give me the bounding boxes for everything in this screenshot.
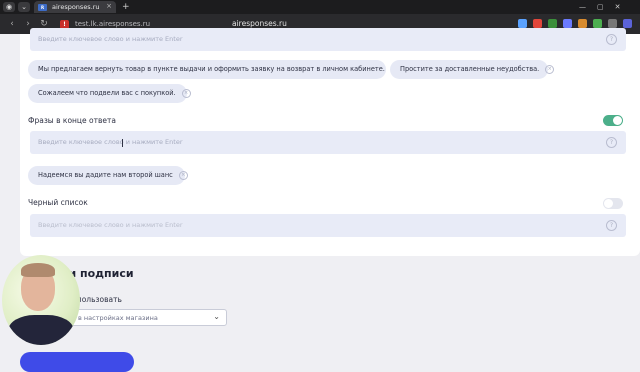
back-icon[interactable]: ‹: [8, 19, 16, 29]
blacklist-label: Черный список: [28, 198, 88, 207]
help-icon[interactable]: ?: [606, 34, 617, 45]
browser-tab[interactable]: R airesponses.ru ×: [34, 1, 116, 13]
new-tab-button[interactable]: +: [122, 1, 130, 13]
toggle-knob: [604, 199, 613, 208]
webcam-bubble: [2, 255, 80, 345]
webcam-overlay: [0, 255, 80, 360]
settings-card: Введите ключевое слово и нажмите Enter ?…: [20, 28, 640, 256]
tab-close-icon[interactable]: ×: [106, 2, 112, 10]
phrase-chip: Надеемся вы дадите нам второй шанс ×: [28, 166, 188, 185]
end-phrases-toggle[interactable]: [603, 115, 623, 126]
chip-remove-icon[interactable]: ×: [545, 64, 555, 74]
chevron-down-icon: ⌄: [213, 312, 220, 321]
maximize-icon[interactable]: ▢: [597, 3, 604, 11]
browser-tab-bar: ◉ ⌄ R airesponses.ru × + — ▢ ✕: [0, 0, 640, 14]
keyword-input-top[interactable]: Введите ключевое слово и нажмите Enter ?: [30, 28, 626, 51]
chip-label: Мы предлагаем вернуть товар в пункте выд…: [38, 65, 385, 73]
chip-label: Простите за доставленные неудобства.: [400, 65, 540, 73]
phrase-chip: Сожалеем что подвели вас с покупкой. ×: [28, 84, 191, 103]
camera-ext-icon[interactable]: [548, 19, 557, 28]
fox-ext-icon[interactable]: [578, 19, 587, 28]
tab-title: airesponses.ru: [52, 3, 100, 11]
toggle-knob: [613, 116, 622, 125]
input-placeholder: Введите ключевое слово и нажмите Enter: [38, 35, 183, 43]
url-field[interactable]: test.lk.airesponses.ru: [75, 20, 150, 28]
extensions-toolbar: [512, 19, 632, 28]
favicon-icon: R: [38, 3, 47, 11]
chip-remove-icon[interactable]: ×: [181, 88, 191, 98]
help-icon[interactable]: ?: [606, 137, 617, 148]
cat-ext-icon[interactable]: [608, 19, 617, 28]
select-value: в настройках магазина: [78, 314, 158, 322]
chip-label: Сожалеем что подвели вас с покупкой.: [38, 89, 176, 97]
profile-ext-icon[interactable]: [623, 19, 632, 28]
end-phrases-label: Фразы в конце ответа: [28, 116, 116, 125]
chip-label: Надеемся вы дадите нам второй шанс: [38, 171, 173, 179]
phrase-chip: Мы предлагаем вернуть товар в пункте выд…: [28, 60, 400, 79]
text-cursor: [122, 139, 123, 147]
input-placeholder: Введите ключевое слово и нажмите Enter: [38, 138, 183, 146]
tab-list-chevron-icon[interactable]: ⌄: [18, 2, 30, 12]
end-phrases-input[interactable]: Введите ключевое слово и нажмите Enter ?: [30, 131, 626, 154]
page-title: airesponses.ru: [232, 19, 287, 28]
presenter-shirt: [8, 315, 74, 345]
phrase-chip: Простите за доставленные неудобства. ×: [390, 60, 555, 79]
chip-remove-icon[interactable]: ×: [178, 170, 188, 180]
minimize-icon[interactable]: —: [579, 3, 586, 11]
chat-ext-icon[interactable]: [563, 19, 572, 28]
qr-ext-icon[interactable]: [593, 19, 602, 28]
input-placeholder: Введите ключевое слово и нажмите Enter: [38, 221, 183, 229]
signature-select[interactable]: в настройках магазина ⌄: [60, 309, 227, 326]
presenter-hair: [21, 263, 55, 277]
browser-menu-icon[interactable]: ◉: [3, 2, 15, 12]
puzzle-ext-icon[interactable]: [518, 19, 527, 28]
blacklist-toggle[interactable]: [603, 198, 623, 209]
shield-ext-icon[interactable]: [533, 19, 542, 28]
close-window-icon[interactable]: ✕: [615, 3, 621, 11]
window-controls: — ▢ ✕: [568, 0, 621, 14]
blacklist-input[interactable]: Введите ключевое слово и нажмите Enter ?: [30, 214, 626, 237]
help-icon[interactable]: ?: [606, 220, 617, 231]
